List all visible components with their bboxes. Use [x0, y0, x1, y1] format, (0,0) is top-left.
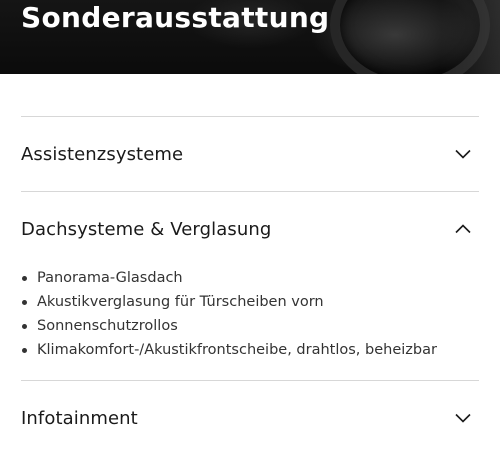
- page-title: Sonderausstattung: [21, 1, 330, 34]
- chevron-up-icon[interactable]: [455, 224, 471, 234]
- feature-list: Panorama-Glasdach Akustikverglasung für …: [21, 266, 479, 362]
- accordion-header-infotainment[interactable]: Infotainment: [21, 381, 479, 455]
- list-item: Sonnenschutzrollos: [21, 314, 479, 338]
- accordion-label: Infotainment: [21, 407, 138, 429]
- list-item: Panorama-Glasdach: [21, 266, 479, 290]
- accordion-header-assistenzsysteme[interactable]: Assistenzsysteme: [21, 117, 479, 191]
- accordion-header-dachsysteme[interactable]: Dachsysteme & Verglasung: [21, 192, 479, 266]
- list-item: Klimakomfort-/Akustikfrontscheibe, draht…: [21, 338, 479, 362]
- equipment-accordion: Assistenzsysteme Dachsysteme & Verglasun…: [21, 116, 479, 455]
- accordion-label: Assistenzsysteme: [21, 143, 184, 165]
- hero-banner: Sonderausstattung: [0, 0, 500, 74]
- hero-background-image: [440, 0, 500, 74]
- accordion-label: Dachsysteme & Verglasung: [21, 218, 272, 240]
- chevron-down-icon[interactable]: [455, 413, 471, 423]
- chevron-down-icon[interactable]: [455, 149, 471, 159]
- accordion-panel-dachsysteme: Panorama-Glasdach Akustikverglasung für …: [21, 266, 479, 380]
- list-item: Akustikverglasung für Türscheiben vorn: [21, 290, 479, 314]
